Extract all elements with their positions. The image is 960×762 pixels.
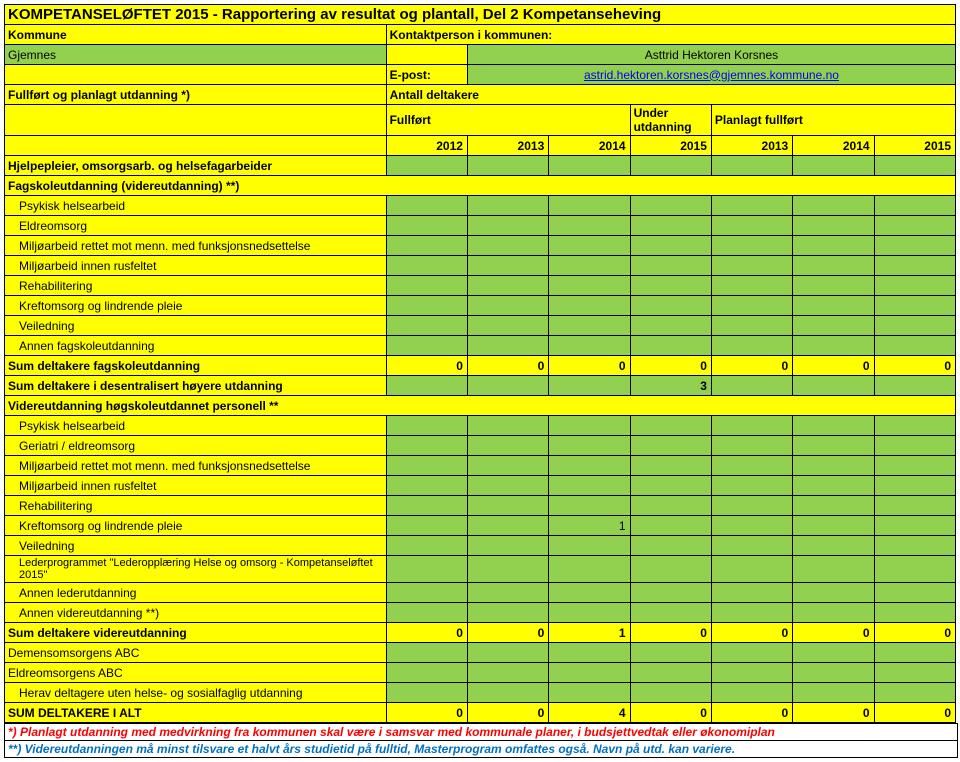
cell-value: 0 <box>793 356 874 376</box>
year-col: 2013 <box>467 136 548 156</box>
row-label: Lederprogrammet "Lederopplæring Helse og… <box>5 556 387 583</box>
year-col: 2015 <box>630 136 711 156</box>
row-label: Demensomsorgens ABC <box>5 643 387 663</box>
footnote-1: *) Planlagt utdanning med medvirkning fr… <box>4 723 958 741</box>
cell-value: 0 <box>630 703 711 723</box>
year-col: 2014 <box>793 136 874 156</box>
kommune-value: Gjemnes <box>5 45 387 65</box>
section-header: Fagskoleutdanning (videreutdanning) **) <box>5 176 956 196</box>
cell-value: 0 <box>793 623 874 643</box>
row-label: Veiledning <box>5 316 387 336</box>
row-label: Geriatri / eldreomsorg <box>5 436 387 456</box>
year-col: 2013 <box>711 136 792 156</box>
cell-value: 0 <box>874 356 955 376</box>
cell-value: 0 <box>711 356 792 376</box>
row-label: Psykisk helsearbeid <box>5 196 387 216</box>
cell-value: 0 <box>467 703 548 723</box>
cell-value: 0 <box>874 703 955 723</box>
label-plan: Fullført og planlagt utdanning *) <box>5 85 387 105</box>
cell-value: 0 <box>467 356 548 376</box>
row-label: Miljøarbeid innen rusfeltet <box>5 256 387 276</box>
label-epost: E-post: <box>386 65 467 85</box>
row-label: Annen videreutdanning **) <box>5 603 387 623</box>
report-table: KOMPETANSELØFTET 2015 - Rapportering av … <box>4 4 956 723</box>
cell-value: 0 <box>467 623 548 643</box>
contact-person: Asttrid Hektoren Korsnes <box>467 45 955 65</box>
cell-value: 1 <box>549 623 630 643</box>
cell-value: 0 <box>711 703 792 723</box>
cell-value: 0 <box>630 356 711 376</box>
cell-value: 1 <box>549 516 630 536</box>
cell-value: 4 <box>549 703 630 723</box>
row-label: Annen lederutdanning <box>5 583 387 603</box>
sum-row: SUM DELTAKERE I ALT <box>5 703 387 723</box>
row-label: Eldreomsorg <box>5 216 387 236</box>
row-label: Kreftomsorg og lindrende pleie <box>5 296 387 316</box>
row-label: Miljøarbeid rettet mot menn. med funksjo… <box>5 236 387 256</box>
label-antall: Antall deltakere <box>386 85 955 105</box>
row-label: Miljøarbeid rettet mot menn. med funksjo… <box>5 456 387 476</box>
email-cell[interactable]: astrid.hektoren.korsnes@gjemnes.kommune.… <box>467 65 955 85</box>
header-planlagt: Planlagt fullført <box>711 105 955 136</box>
year-col: 2012 <box>386 136 467 156</box>
row-label: Hjelpepleier, omsorgsarb. og helsefagarb… <box>5 156 387 176</box>
email-link[interactable]: astrid.hektoren.korsnes@gjemnes.kommune.… <box>584 68 839 82</box>
row-label: Kreftomsorg og lindrende pleie <box>5 516 387 536</box>
header-fullfort: Fullført <box>386 105 630 136</box>
row-label: Miljøarbeid innen rusfeltet <box>5 476 387 496</box>
sum-row: Sum deltakere fagskoleutdanning <box>5 356 387 376</box>
cell-value: 0 <box>549 356 630 376</box>
cell-value: 0 <box>793 703 874 723</box>
cell-value: 0 <box>874 623 955 643</box>
row-label: Veiledning <box>5 536 387 556</box>
footnote-2: **) Videreutdanningen må minst tilsvare … <box>4 741 958 758</box>
title: KOMPETANSELØFTET 2015 - Rapportering av … <box>5 5 956 25</box>
sum-row: Sum deltakere videreutdanning <box>5 623 387 643</box>
year-col: 2015 <box>874 136 955 156</box>
header-under: Under utdanning <box>630 105 711 136</box>
row-label: Psykisk helsearbeid <box>5 416 387 436</box>
row-label: Rehabilitering <box>5 496 387 516</box>
row-label: Herav deltagere uten helse- og sosialfag… <box>5 683 387 703</box>
year-col: 2014 <box>549 136 630 156</box>
label-kommune: Kommune <box>5 25 387 45</box>
row-label: Annen fagskoleutdanning <box>5 336 387 356</box>
cell-value: 0 <box>386 356 467 376</box>
section-header: Videreutdanning høgskoleutdannet persone… <box>5 396 956 416</box>
cell-value: 0 <box>386 703 467 723</box>
cell-value: 0 <box>386 623 467 643</box>
row-label: Rehabilitering <box>5 276 387 296</box>
cell-value: 3 <box>630 376 711 396</box>
sum-row: Sum deltakere i desentralisert høyere ut… <box>5 376 387 396</box>
cell-value: 0 <box>630 623 711 643</box>
label-kontakt: Kontaktperson i kommunen: <box>386 25 955 45</box>
cell-value: 0 <box>711 623 792 643</box>
row-label: Eldreomsorgens ABC <box>5 663 387 683</box>
